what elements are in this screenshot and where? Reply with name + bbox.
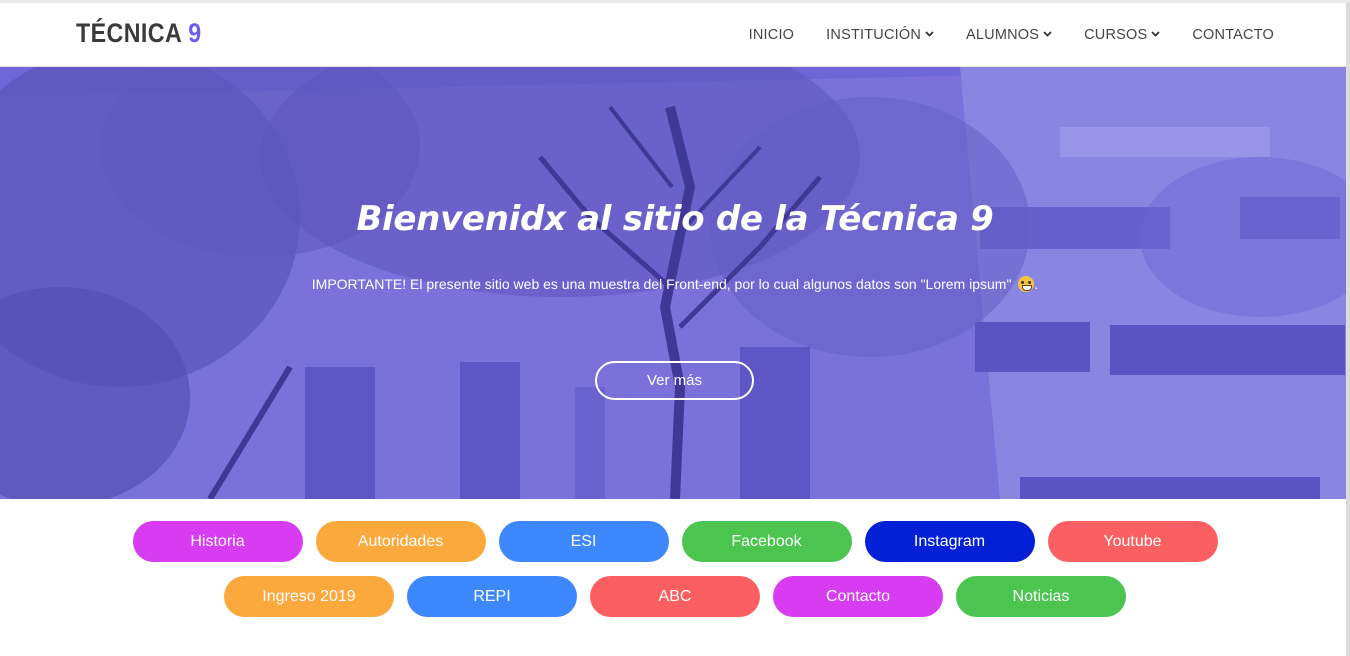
- nav-item-alumnos[interactable]: ALUMNOS: [966, 27, 1052, 43]
- hero-title: Bienvenidx al sitio de la Técnica 9: [356, 199, 994, 239]
- navbar: TÉCNICA 9 INICIO INSTITUCIÓN ALUMNOS CUR…: [0, 3, 1350, 67]
- hero-notice-end: .: [1034, 276, 1039, 292]
- quick-links-row: Historia Autoridades ESI Facebook Instag…: [0, 521, 1350, 562]
- youtube-button[interactable]: Youtube: [1047, 521, 1218, 562]
- nav-item-contacto[interactable]: CONTACTO: [1192, 27, 1274, 43]
- repi-button[interactable]: REPI: [407, 576, 577, 617]
- facebook-button[interactable]: Facebook: [681, 521, 852, 562]
- chevron-down-icon: [1043, 29, 1052, 39]
- brand-text: TÉCNICA: [76, 18, 182, 48]
- esi-button[interactable]: ESI: [498, 521, 669, 562]
- nav-item-inicio[interactable]: INICIO: [749, 27, 795, 43]
- instagram-button[interactable]: Instagram: [864, 521, 1035, 562]
- nav-item-label: ALUMNOS: [966, 27, 1040, 43]
- grinning-cat-emoji-icon: [1018, 276, 1035, 292]
- brand-logo[interactable]: TÉCNICA 9: [76, 18, 202, 49]
- hero-notice: IMPORTANTE! El presente sitio web es una…: [0, 276, 1350, 292]
- hero-banner: Bienvenidx al sitio de la Técnica 9 IMPO…: [0, 67, 1350, 499]
- autoridades-button[interactable]: Autoridades: [315, 521, 486, 562]
- ver-mas-button[interactable]: Ver más: [595, 361, 754, 400]
- abc-button[interactable]: ABC: [590, 576, 760, 617]
- noticias-button[interactable]: Noticias: [956, 576, 1126, 617]
- nav-item-cursos[interactable]: CURSOS: [1084, 27, 1161, 43]
- chevron-down-icon: [1151, 29, 1161, 39]
- brand-accent: 9: [188, 18, 202, 48]
- nav-item-label: INICIO: [748, 27, 795, 43]
- ingreso-2019-button[interactable]: Ingreso 2019: [224, 576, 394, 617]
- nav-item-label: INSTITUCIÓN: [826, 27, 922, 43]
- nav-item-institucion[interactable]: INSTITUCIÓN: [826, 27, 934, 43]
- hero-notice-text: IMPORTANTE! El presente sitio web es una…: [311, 276, 1012, 292]
- nav-item-label: CONTACTO: [1192, 27, 1274, 43]
- quick-links-row: Ingreso 2019 REPI ABC Contacto Noticias: [0, 576, 1350, 617]
- chevron-down-icon: [925, 29, 934, 39]
- nav-item-label: CURSOS: [1084, 27, 1148, 43]
- historia-button[interactable]: Historia: [132, 521, 303, 562]
- contacto-button[interactable]: Contacto: [773, 576, 943, 617]
- quick-links: Historia Autoridades ESI Facebook Instag…: [0, 499, 1350, 656]
- page-scrollbar[interactable]: [1346, 3, 1350, 656]
- main-nav: INICIO INSTITUCIÓN ALUMNOS CURSOS CONTAC…: [749, 3, 1274, 67]
